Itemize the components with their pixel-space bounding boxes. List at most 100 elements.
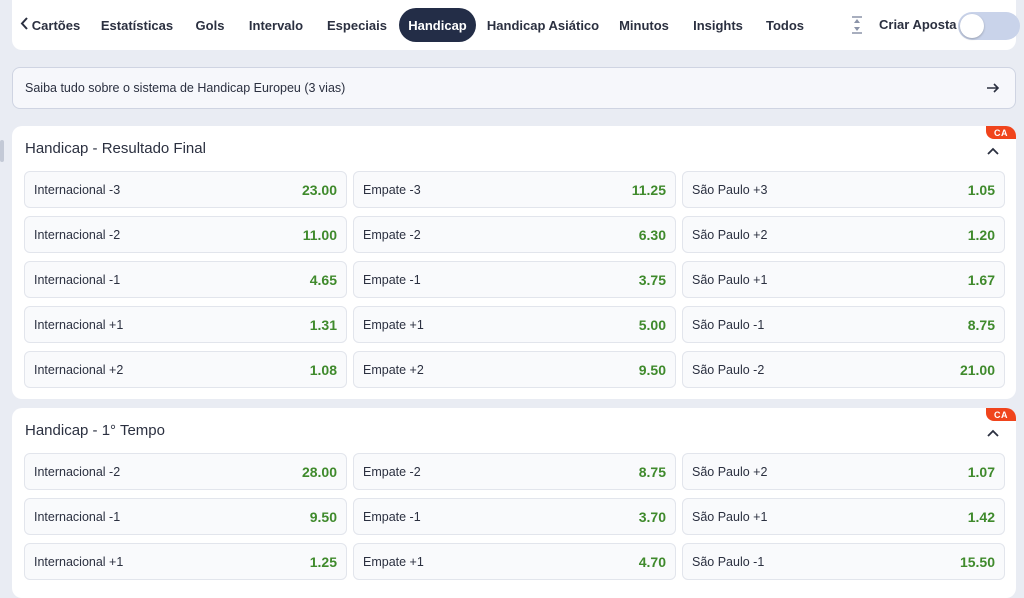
odd-button[interactable]: São Paulo +1 1.67 bbox=[682, 261, 1005, 298]
odd-value: 23.00 bbox=[301, 181, 337, 198]
market-handicap-resultado-final: Handicap - Resultado Final CA Internacio… bbox=[12, 126, 1016, 399]
odd-value: 1.31 bbox=[309, 316, 337, 333]
odd-value: 1.05 bbox=[967, 181, 995, 198]
tab-cartoes[interactable]: Cartões bbox=[16, 8, 84, 42]
chevron-left-icon bbox=[20, 15, 29, 35]
odd-label: Empate -2 bbox=[363, 227, 421, 242]
odd-button[interactable]: Internacional -2 28.00 bbox=[24, 453, 347, 490]
odd-button[interactable]: Internacional +1 1.25 bbox=[24, 543, 347, 580]
odd-value: 4.70 bbox=[638, 553, 666, 570]
odd-value: 1.25 bbox=[309, 553, 337, 570]
odd-button[interactable]: Empate +2 9.50 bbox=[353, 351, 676, 388]
odd-button[interactable]: Internacional -1 4.65 bbox=[24, 261, 347, 298]
odd-value: 1.08 bbox=[309, 361, 337, 378]
odd-value: 28.00 bbox=[301, 463, 337, 480]
odd-button[interactable]: Empate -2 8.75 bbox=[353, 453, 676, 490]
handicap-info-banner[interactable]: Saiba tudo sobre o sistema de Handicap E… bbox=[12, 67, 1016, 109]
odd-value: 8.75 bbox=[967, 316, 995, 333]
odd-value: 8.75 bbox=[638, 463, 666, 480]
market-tab-bar: Cartões Estatísticas Gols Intervalo Espe… bbox=[12, 0, 1020, 50]
odd-value: 15.50 bbox=[959, 553, 995, 570]
odd-label: São Paulo +1 bbox=[692, 272, 768, 287]
odd-value: 5.00 bbox=[638, 316, 666, 333]
odd-button[interactable]: Empate -2 6.30 bbox=[353, 216, 676, 253]
odds-grid: Internacional -2 28.00 Empate -2 8.75 São … bbox=[24, 453, 1005, 580]
odd-value: 4.65 bbox=[309, 271, 337, 288]
odd-value: 3.70 bbox=[638, 508, 666, 525]
odd-value: 6.30 bbox=[638, 226, 666, 243]
odd-value: 21.00 bbox=[959, 361, 995, 378]
odd-label: Internacional +2 bbox=[34, 362, 124, 377]
odds-grid: Internacional -3 23.00 Empate -3 11.25 São… bbox=[24, 171, 1005, 388]
odd-button[interactable]: São Paulo +3 1.05 bbox=[682, 171, 1005, 208]
odd-button[interactable]: São Paulo -2 21.00 bbox=[682, 351, 1005, 388]
odd-label: Internacional -2 bbox=[34, 227, 121, 242]
odd-button[interactable]: São Paulo +1 1.42 bbox=[682, 498, 1005, 535]
market-title: Handicap - Resultado Final bbox=[25, 140, 206, 157]
odd-button[interactable]: Internacional -3 23.00 bbox=[24, 171, 347, 208]
odd-label: São Paulo -1 bbox=[692, 554, 765, 569]
odd-button[interactable]: São Paulo +2 1.07 bbox=[682, 453, 1005, 490]
toggle-knob bbox=[960, 14, 984, 38]
odd-button[interactable]: Internacional -1 9.50 bbox=[24, 498, 347, 535]
odd-value: 11.00 bbox=[302, 226, 337, 243]
odd-value: 1.07 bbox=[967, 463, 995, 480]
odd-label: Empate +1 bbox=[363, 317, 424, 332]
odd-button[interactable]: Empate +1 5.00 bbox=[353, 306, 676, 343]
criar-aposta-label: Criar Aposta bbox=[879, 17, 957, 32]
tab-gols[interactable]: Gols bbox=[192, 8, 228, 42]
odd-label: São Paulo +3 bbox=[692, 182, 768, 197]
tab-estatisticas[interactable]: Estatísticas bbox=[98, 8, 176, 42]
odd-label: São Paulo -1 bbox=[692, 317, 765, 332]
tab-intervalo[interactable]: Intervalo bbox=[244, 8, 308, 42]
info-banner-text: Saiba tudo sobre o sistema de Handicap E… bbox=[25, 81, 346, 95]
tab-insights[interactable]: Insights bbox=[692, 8, 744, 42]
odd-button[interactable]: Empate +1 4.70 bbox=[353, 543, 676, 580]
odd-label: Internacional +1 bbox=[34, 554, 124, 569]
odd-value: 9.50 bbox=[309, 508, 337, 525]
odd-label: Empate +1 bbox=[363, 554, 424, 569]
odd-label: Empate -3 bbox=[363, 182, 421, 197]
odd-button[interactable]: Empate -1 3.75 bbox=[353, 261, 676, 298]
odd-label: Empate -2 bbox=[363, 464, 421, 479]
chevron-up-icon[interactable] bbox=[986, 426, 1000, 440]
scroll-indicator[interactable] bbox=[0, 140, 4, 162]
odd-label: São Paulo +2 bbox=[692, 227, 768, 242]
odd-button[interactable]: Internacional +2 1.08 bbox=[24, 351, 347, 388]
odd-value: 11.25 bbox=[631, 181, 666, 198]
odd-label: Internacional -1 bbox=[34, 272, 121, 287]
bet-builder-icon bbox=[846, 14, 868, 36]
tab-handicap[interactable]: Handicap bbox=[399, 8, 476, 42]
arrow-right-icon bbox=[985, 80, 1001, 96]
market-handicap-1-tempo: Handicap - 1° Tempo CA Internacional -2 2… bbox=[12, 408, 1016, 598]
odd-label: Internacional +1 bbox=[34, 317, 124, 332]
odd-value: 1.20 bbox=[967, 226, 995, 243]
odd-label: Internacional -3 bbox=[34, 182, 121, 197]
tab-todos[interactable]: Todos bbox=[764, 8, 806, 42]
odd-value: 3.75 bbox=[638, 271, 666, 288]
market-title: Handicap - 1° Tempo bbox=[25, 422, 165, 439]
odd-label: Internacional -1 bbox=[34, 509, 121, 524]
odd-button[interactable]: Internacional +1 1.31 bbox=[24, 306, 347, 343]
odd-button[interactable]: São Paulo +2 1.20 bbox=[682, 216, 1005, 253]
odd-value: 9.50 bbox=[638, 361, 666, 378]
odd-button[interactable]: São Paulo -1 8.75 bbox=[682, 306, 1005, 343]
tab-handicap-asiatico[interactable]: Handicap Asiático bbox=[487, 8, 599, 42]
odd-button[interactable]: São Paulo -1 15.50 bbox=[682, 543, 1005, 580]
odd-label: Empate +2 bbox=[363, 362, 424, 377]
odd-value: 1.67 bbox=[967, 271, 995, 288]
odd-button[interactable]: Empate -3 11.25 bbox=[353, 171, 676, 208]
tab-label: Cartões bbox=[31, 17, 81, 33]
odd-label: São Paulo +1 bbox=[692, 509, 768, 524]
odd-label: Empate -1 bbox=[363, 272, 421, 287]
criar-aposta-toggle[interactable] bbox=[958, 12, 1020, 40]
ca-badge: CA bbox=[986, 126, 1016, 139]
tab-minutos[interactable]: Minutos bbox=[617, 8, 671, 42]
odd-button[interactable]: Empate -1 3.70 bbox=[353, 498, 676, 535]
tab-especiais[interactable]: Especiais bbox=[326, 8, 388, 42]
odd-button[interactable]: Internacional -2 11.00 bbox=[24, 216, 347, 253]
ca-badge: CA bbox=[986, 408, 1016, 421]
chevron-up-icon[interactable] bbox=[986, 144, 1000, 158]
odd-label: Internacional -2 bbox=[34, 464, 121, 479]
odd-value: 1.42 bbox=[967, 508, 995, 525]
